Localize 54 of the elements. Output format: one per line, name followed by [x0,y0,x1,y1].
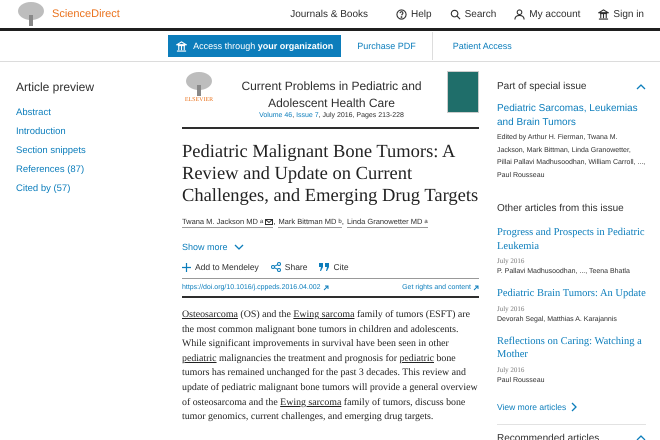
sidebar-link[interactable]: Section snippets [16,141,182,160]
sidebar-link[interactable]: Cited by (57) [16,179,182,198]
term-link[interactable]: pediatric [399,352,434,364]
article-action[interactable]: Share [270,262,308,272]
access-link[interactable]: Purchase PDF [351,32,432,60]
chevron-icon[interactable] [636,435,646,440]
nav-link[interactable]: Search [450,8,496,20]
publisher-tree-icon [184,71,214,97]
view-more-link[interactable]: View more articles [497,402,646,424]
chevron-icon[interactable] [636,84,646,90]
nav-link[interactable]: Help [396,8,432,20]
sidebar-title: Article preview [16,80,96,94]
article-link[interactable]: Pediatric Brain Tumors: An Update [497,287,646,300]
search-icon [450,8,461,20]
plus-icon [182,262,191,272]
separator: , [273,217,276,228]
chevron-right-icon [571,402,578,412]
person-icon [514,8,526,20]
brand-logo[interactable]: ScienceDirect [52,8,120,20]
sidebar-link[interactable]: Introduction [16,122,182,141]
access-button[interactable]: Access through your organization [168,35,342,57]
help-icon [396,8,408,20]
sidebar-link[interactable]: Abstract [16,103,182,122]
institution-icon [176,40,188,52]
article-link[interactable]: Progress and Prospects in Pediatric Leukemia [497,226,646,253]
external-link-icon [322,284,329,290]
section-title: Other articles from this issue [497,203,625,214]
journal-title[interactable]: Current Problems in Pediatric and Adolescent Health Care [232,78,432,112]
nav-link[interactable]: Journals & Books [290,8,368,20]
external-link-icon [473,284,479,290]
term-link[interactable]: pediatric [182,352,217,364]
journal-cover[interactable] [447,71,479,113]
term-link[interactable]: Ewing sarcoma [280,396,342,408]
article-link[interactable]: Reflections on Caring: Watching a Mother [497,334,646,362]
nav-link[interactable]: Sign in [598,8,644,20]
section-title: Part of special issue [497,81,586,92]
share-icon [270,262,281,272]
article-action[interactable]: Cite [319,262,349,272]
separator: , [342,217,344,228]
sidebar-link[interactable]: References (87) [16,160,182,179]
term-link[interactable]: Osteosarcoma [182,309,238,320]
access-link[interactable]: Patient Access [432,32,528,60]
quote-icon [319,263,330,271]
term-link[interactable]: Ewing sarcoma [293,309,354,320]
show-more-link[interactable]: Show more [182,242,244,252]
chevron-down-icon[interactable] [234,244,244,250]
article-action[interactable]: Add to Mendeley [182,262,259,272]
abstract-text: Osteosarcoma (OS) and the Ewing sarcoma family of tumors (ESFT) are the most common malignant bone tumors in children and adolescents. While significant improvements in survival have been seen in other pediatric malignancies the treatment and prognosis for pediatric bone tumors has remained unchanged for the past 3 decades. This review and update of pediatric malignant bone tumors will provide a general overview of osteosarcoma and the Ewing sarcoma family of tumors, discuss bone tumor genomics, current challenges, and emerging drug targets. [182,308,479,424]
institution-icon [598,8,610,20]
article-title: Pediatric Malignant Bone Tumors: A Review and Update on Current Challenges, and Emerging Drug Targets [182,141,479,207]
nav-link[interactable]: My account [514,8,580,20]
special-issue-link[interactable]: Pediatric Sarcomas, Leukemias and Brain Tumors [497,102,646,130]
logo-tree-icon [16,1,46,27]
mail-icon [265,218,274,224]
